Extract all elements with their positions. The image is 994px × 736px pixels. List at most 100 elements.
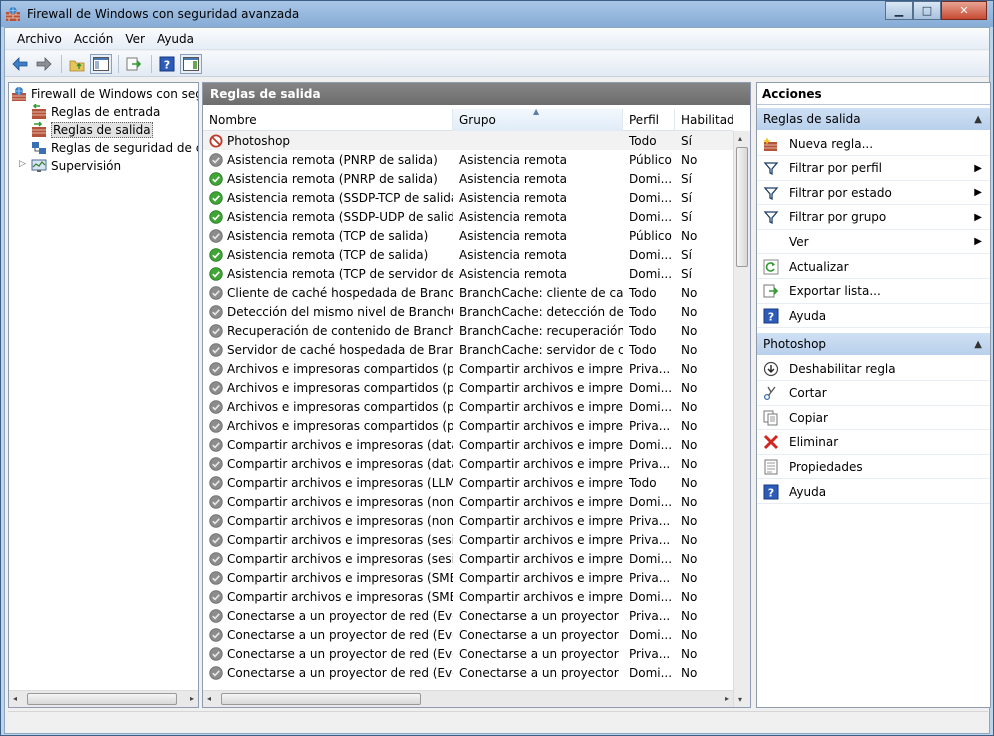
- show-hide-tree-button[interactable]: [90, 53, 112, 74]
- column-header-enabled[interactable]: Habilitado: [675, 109, 733, 131]
- menu-archivo[interactable]: Archivo: [11, 32, 68, 46]
- scroll-up-icon[interactable]: ▴: [738, 134, 742, 143]
- table-row[interactable]: Archivos e impresoras compartidos (peti.…: [203, 416, 733, 435]
- table-row[interactable]: Compartir archivos e impresoras (sesión …: [203, 549, 733, 568]
- column-header-group[interactable]: ▲ Grupo: [453, 107, 623, 131]
- export-list-button[interactable]: [123, 54, 145, 74]
- collapse-icon[interactable]: ▲: [974, 114, 982, 125]
- table-row[interactable]: Compartir archivos e impresoras (sesión …: [203, 530, 733, 549]
- close-button[interactable]: ✕: [941, 1, 987, 20]
- action-item[interactable]: Filtrar por grupo ▶: [757, 206, 990, 230]
- rule-group: Compartir archivos e impres...: [459, 589, 623, 604]
- table-row[interactable]: Compartir archivos e impresoras (nombr..…: [203, 492, 733, 511]
- table-row[interactable]: Asistencia remota (PNRP de salida) Asiste…: [203, 169, 733, 188]
- action-item[interactable]: ? Ayuda: [757, 480, 990, 504]
- table-row[interactable]: Compartir archivos e impresoras (LLMNR..…: [203, 473, 733, 492]
- maximize-button[interactable]: □: [913, 1, 941, 20]
- menu-ayuda[interactable]: Ayuda: [151, 32, 200, 46]
- tree-item-inbound-rules[interactable]: Reglas de entrada: [31, 103, 160, 121]
- column-header-label: Perfil: [629, 113, 660, 127]
- scroll-left-icon[interactable]: ◂: [207, 694, 211, 703]
- action-item[interactable]: Filtrar por perfil ▶: [757, 157, 990, 181]
- column-header-profile[interactable]: Perfil: [623, 109, 675, 131]
- minimize-button[interactable]: ▁: [885, 1, 913, 20]
- tree-horizontal-scrollbar[interactable]: ◂ ▸: [9, 690, 198, 707]
- show-hide-action-pane-button[interactable]: [180, 53, 202, 74]
- expand-arrow-icon[interactable]: ▷: [19, 159, 26, 169]
- table-row[interactable]: Compartir archivos e impresoras (datagr.…: [203, 454, 733, 473]
- table-row[interactable]: Compartir archivos e impresoras (nombr..…: [203, 511, 733, 530]
- table-row[interactable]: Asistencia remota (TCP de servidor de R.…: [203, 264, 733, 283]
- table-row[interactable]: Conectarse a un proyector de red (Event.…: [203, 606, 733, 625]
- menu-ver[interactable]: Ver: [119, 32, 151, 46]
- column-header-name[interactable]: Nombre: [203, 109, 453, 131]
- collapse-icon[interactable]: ▲: [974, 339, 982, 350]
- disabled-check-icon: [209, 665, 223, 680]
- rule-enabled: Sí: [681, 209, 692, 224]
- tree-item-monitoring[interactable]: Supervisión: [31, 157, 121, 175]
- rule-group: Asistencia remota: [459, 228, 567, 243]
- forward-button[interactable]: [33, 54, 55, 74]
- table-row[interactable]: Recuperación de contenido de BranchCa...…: [203, 321, 733, 340]
- action-item[interactable]: Exportar lista...: [757, 280, 990, 304]
- rules-vertical-scrollbar[interactable]: ▴ ▾: [733, 131, 750, 707]
- table-row[interactable]: Asistencia remota (SSDP-TCP de salida) As…: [203, 188, 733, 207]
- tree-root[interactable]: Firewall de Windows con segur: [11, 85, 198, 103]
- scroll-left-icon[interactable]: ◂: [13, 694, 17, 703]
- action-item[interactable]: Ver ▶: [757, 230, 990, 255]
- action-item[interactable]: Deshabilitar regla: [757, 357, 990, 381]
- table-row[interactable]: Detección del mismo nivel de BranchCac..…: [203, 302, 733, 321]
- table-row[interactable]: Conectarse a un proyector de red (Event.…: [203, 644, 733, 663]
- action-item[interactable]: Eliminar: [757, 431, 990, 455]
- table-row[interactable]: Conectarse a un proyector de red (Event.…: [203, 663, 733, 682]
- scroll-thumb[interactable]: [27, 693, 177, 705]
- rules-horizontal-scrollbar[interactable]: ◂ ▸: [203, 690, 733, 707]
- scroll-thumb[interactable]: [736, 147, 748, 267]
- table-row[interactable]: Servidor de caché hospedada de Branch...…: [203, 340, 733, 359]
- action-item[interactable]: Cortar: [757, 382, 990, 406]
- table-row[interactable]: Archivos e impresoras compartidos (peti.…: [203, 397, 733, 416]
- back-button[interactable]: [9, 54, 31, 74]
- help-button[interactable]: ?: [156, 54, 178, 74]
- rule-name-cell: Recuperación de contenido de BranchCa...: [203, 324, 453, 338]
- svg-text:?: ?: [768, 486, 774, 499]
- table-row[interactable]: Archivos e impresoras compartidos (peti.…: [203, 359, 733, 378]
- action-item[interactable]: Actualizar: [757, 255, 990, 279]
- view-icon: [763, 234, 779, 250]
- actions-section-photoshop[interactable]: Photoshop ▲: [757, 333, 990, 355]
- table-row[interactable]: Compartir archivos e impresoras (SMB d..…: [203, 587, 733, 606]
- rule-name-cell: Asistencia remota (PNRP de salida): [203, 153, 453, 167]
- actions-section-outbound-rules[interactable]: Reglas de salida ▲: [757, 108, 990, 130]
- title-bar[interactable]: Firewall de Windows con seguridad avanza…: [1, 1, 993, 27]
- table-row[interactable]: Conectarse a un proyector de red (Event.…: [203, 625, 733, 644]
- tree-item-label: Reglas de entrada: [51, 105, 161, 119]
- table-row[interactable]: Asistencia remota (SSDP-UDP de salida) As…: [203, 207, 733, 226]
- rule-profile: Domi...: [629, 627, 673, 642]
- actions-title: Acciones: [757, 83, 990, 105]
- menu-accion[interactable]: Acción: [68, 32, 119, 46]
- rule-name-cell: Compartir archivos e impresoras (SMB d..…: [203, 571, 453, 585]
- tree-item-connection-security[interactable]: Reglas de seguridad de con: [31, 139, 198, 157]
- action-item[interactable]: ? Ayuda: [757, 304, 990, 329]
- table-row[interactable]: Asistencia remota (TCP de salida) Asisten…: [203, 226, 733, 245]
- scroll-thumb[interactable]: [221, 693, 421, 705]
- action-item[interactable]: Copiar: [757, 406, 990, 431]
- table-row[interactable]: Archivos e impresoras compartidos (peti.…: [203, 378, 733, 397]
- table-row[interactable]: Cliente de caché hospedada de BranchC...…: [203, 283, 733, 302]
- action-item[interactable]: Propiedades: [757, 455, 990, 480]
- table-row[interactable]: Asistencia remota (TCP de salida) Asisten…: [203, 245, 733, 264]
- action-item[interactable]: Filtrar por estado ▶: [757, 181, 990, 206]
- table-row[interactable]: Photoshop Todo Sí: [203, 131, 733, 150]
- table-row[interactable]: Compartir archivos e impresoras (SMB d..…: [203, 568, 733, 587]
- action-label: Propiedades: [789, 459, 863, 474]
- tree-item-outbound-rules[interactable]: Reglas de salida: [31, 121, 153, 139]
- rule-profile: Domi...: [629, 247, 673, 262]
- toolbar-separator: [118, 54, 119, 73]
- action-item[interactable]: Nueva regla...: [757, 132, 990, 156]
- up-level-button[interactable]: [66, 54, 88, 74]
- scroll-down-icon[interactable]: ▾: [738, 695, 742, 704]
- scroll-right-icon[interactable]: ▸: [190, 694, 194, 703]
- table-row[interactable]: Compartir archivos e impresoras (datagr.…: [203, 435, 733, 454]
- table-row[interactable]: Asistencia remota (PNRP de salida) Asiste…: [203, 150, 733, 169]
- scroll-right-icon[interactable]: ▸: [725, 694, 729, 703]
